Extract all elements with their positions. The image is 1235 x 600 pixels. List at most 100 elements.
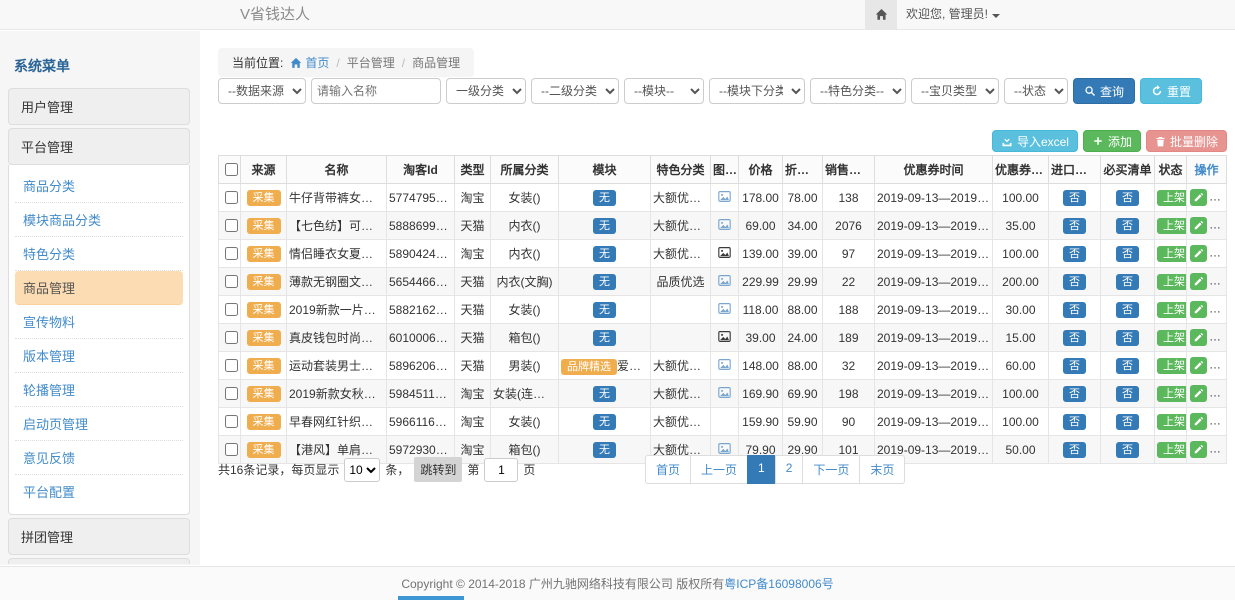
home-button[interactable] — [865, 0, 897, 29]
row-checkbox[interactable] — [225, 415, 238, 428]
filter-select[interactable]: --特色分类-- — [810, 78, 906, 104]
sidebar-item[interactable]: 轮播管理 — [15, 373, 183, 407]
edit-button[interactable] — [1190, 189, 1207, 206]
edit-button[interactable] — [1190, 385, 1207, 402]
edit-button[interactable] — [1190, 357, 1207, 374]
status-badge[interactable]: 上架 — [1157, 190, 1187, 206]
sidebar-group-item[interactable]: 省惠快报 — [8, 558, 190, 564]
status-badge[interactable]: 上架 — [1157, 358, 1187, 374]
sidebar-item[interactable]: 模块商品分类 — [15, 203, 183, 237]
per-page-select[interactable]: 10 — [344, 458, 380, 482]
row-checkbox[interactable] — [225, 303, 238, 316]
must-buy-toggle[interactable]: 否 — [1116, 274, 1139, 290]
row-checkbox[interactable] — [225, 191, 238, 204]
module-badge[interactable]: 无 — [593, 330, 616, 346]
must-buy-toggle[interactable]: 否 — [1116, 302, 1139, 318]
import-select-toggle[interactable]: 否 — [1063, 190, 1086, 206]
add-button[interactable]: 添加 — [1083, 130, 1141, 152]
must-buy-toggle[interactable]: 否 — [1116, 330, 1139, 346]
edit-button[interactable] — [1190, 329, 1207, 346]
import-select-toggle[interactable]: 否 — [1063, 274, 1086, 290]
row-checkbox[interactable] — [225, 387, 238, 400]
jump-button[interactable]: 跳转到 — [414, 457, 462, 482]
module-badge[interactable]: 无 — [593, 274, 616, 290]
import-select-toggle[interactable]: 否 — [1063, 414, 1086, 430]
breadcrumb-item[interactable]: 平台管理 — [347, 54, 395, 71]
pager-item-首页[interactable]: 首页 — [645, 455, 691, 484]
sidebar-group-item[interactable]: 拼团管理 — [8, 518, 190, 555]
import-select-toggle[interactable]: 否 — [1063, 330, 1086, 346]
edit-button[interactable] — [1190, 273, 1207, 290]
pager-item-2[interactable]: 2 — [775, 455, 804, 484]
sidebar-item[interactable]: 平台配置 — [15, 475, 183, 508]
must-buy-toggle[interactable]: 否 — [1116, 190, 1139, 206]
name-search-input[interactable] — [311, 78, 441, 104]
source-badge: 采集 — [247, 190, 281, 206]
horizontal-scrollbar-thumb[interactable] — [398, 596, 464, 600]
status-badge[interactable]: 上架 — [1157, 414, 1187, 430]
module-badge[interactable]: 无 — [593, 414, 616, 430]
sidebar-item[interactable]: 宣传物料 — [15, 305, 183, 339]
filter-select[interactable]: --模块下分类-- — [709, 78, 805, 104]
filter-select[interactable]: --状态-- — [1004, 78, 1068, 104]
sidebar-item[interactable]: 商品分类 — [15, 169, 183, 203]
module-badge[interactable]: 无 — [593, 218, 616, 234]
must-buy-toggle[interactable]: 否 — [1116, 246, 1139, 262]
sidebar-item[interactable]: 特色分类 — [15, 237, 183, 271]
module-badge[interactable]: 无 — [593, 246, 616, 262]
pager-item-1[interactable]: 1 — [747, 455, 776, 484]
page-number-input[interactable] — [484, 458, 518, 482]
filter-select[interactable]: --数据来源-- — [218, 78, 306, 104]
import-select-toggle[interactable]: 否 — [1063, 358, 1086, 374]
filter-select[interactable]: 一级分类 — [446, 78, 526, 104]
edit-button[interactable] — [1190, 301, 1207, 318]
row-checkbox[interactable] — [225, 275, 238, 288]
status-badge[interactable]: 上架 — [1157, 218, 1187, 234]
status-badge[interactable]: 上架 — [1157, 330, 1187, 346]
status-badge[interactable]: 上架 — [1157, 386, 1187, 402]
sidebar-item[interactable]: 启动页管理 — [15, 407, 183, 441]
row-checkbox[interactable] — [225, 359, 238, 372]
must-buy-toggle[interactable]: 否 — [1116, 414, 1139, 430]
reset-button[interactable]: 重置 — [1140, 78, 1202, 104]
search-button[interactable]: 查询 — [1073, 78, 1135, 104]
row-checkbox[interactable] — [225, 247, 238, 260]
sidebar-group-item[interactable]: 平台管理 — [8, 128, 190, 165]
batch-delete-button[interactable]: 批量删除 — [1146, 130, 1227, 152]
status-badge[interactable]: 上架 — [1157, 274, 1187, 290]
module-badge[interactable]: 无 — [593, 386, 616, 402]
module-badge[interactable]: 无 — [593, 190, 616, 206]
pager-item-末页[interactable]: 末页 — [859, 455, 905, 484]
status-badge[interactable]: 上架 — [1157, 246, 1187, 262]
import-select-toggle[interactable]: 否 — [1063, 246, 1086, 262]
status-badge[interactable]: 上架 — [1157, 302, 1187, 318]
row-checkbox[interactable] — [225, 331, 238, 344]
breadcrumb-home-link[interactable]: 首页 — [290, 54, 329, 71]
sidebar-item-active[interactable]: 商品管理 — [15, 271, 183, 305]
row-checkbox[interactable] — [225, 219, 238, 232]
pager-item-上一页[interactable]: 上一页 — [690, 455, 748, 484]
cell-name: 2019新款女秋薄款... — [287, 380, 387, 408]
sidebar-item[interactable]: 意见反馈 — [15, 441, 183, 475]
sidebar-item[interactable]: 版本管理 — [15, 339, 183, 373]
import-excel-button[interactable]: 导入excel — [992, 130, 1078, 152]
edit-button[interactable] — [1190, 413, 1207, 430]
filter-select[interactable]: --宝贝类型-- — [911, 78, 999, 104]
import-select-toggle[interactable]: 否 — [1063, 386, 1086, 402]
must-buy-toggle[interactable]: 否 — [1116, 218, 1139, 234]
must-buy-toggle[interactable]: 否 — [1116, 358, 1139, 374]
pager-item-下一页[interactable]: 下一页 — [802, 455, 860, 484]
breadcrumb: 当前位置: 首页 / 平台管理 / 商品管理 — [218, 48, 474, 77]
sidebar-group-item[interactable]: 用户管理 — [8, 88, 190, 125]
import-select-toggle[interactable]: 否 — [1063, 218, 1086, 234]
module-badge[interactable]: 无 — [593, 302, 616, 318]
filter-select[interactable]: --模块-- — [624, 78, 704, 104]
edit-button[interactable] — [1190, 217, 1207, 234]
must-buy-toggle[interactable]: 否 — [1116, 386, 1139, 402]
user-menu[interactable]: 欢迎您, 管理员! — [906, 0, 1000, 29]
select-all-checkbox[interactable] — [225, 163, 238, 176]
edit-button[interactable] — [1190, 245, 1207, 262]
icp-link[interactable]: 粤ICP备16098006号 — [724, 575, 833, 592]
filter-select[interactable]: --二级分类-- — [531, 78, 619, 104]
import-select-toggle[interactable]: 否 — [1063, 302, 1086, 318]
